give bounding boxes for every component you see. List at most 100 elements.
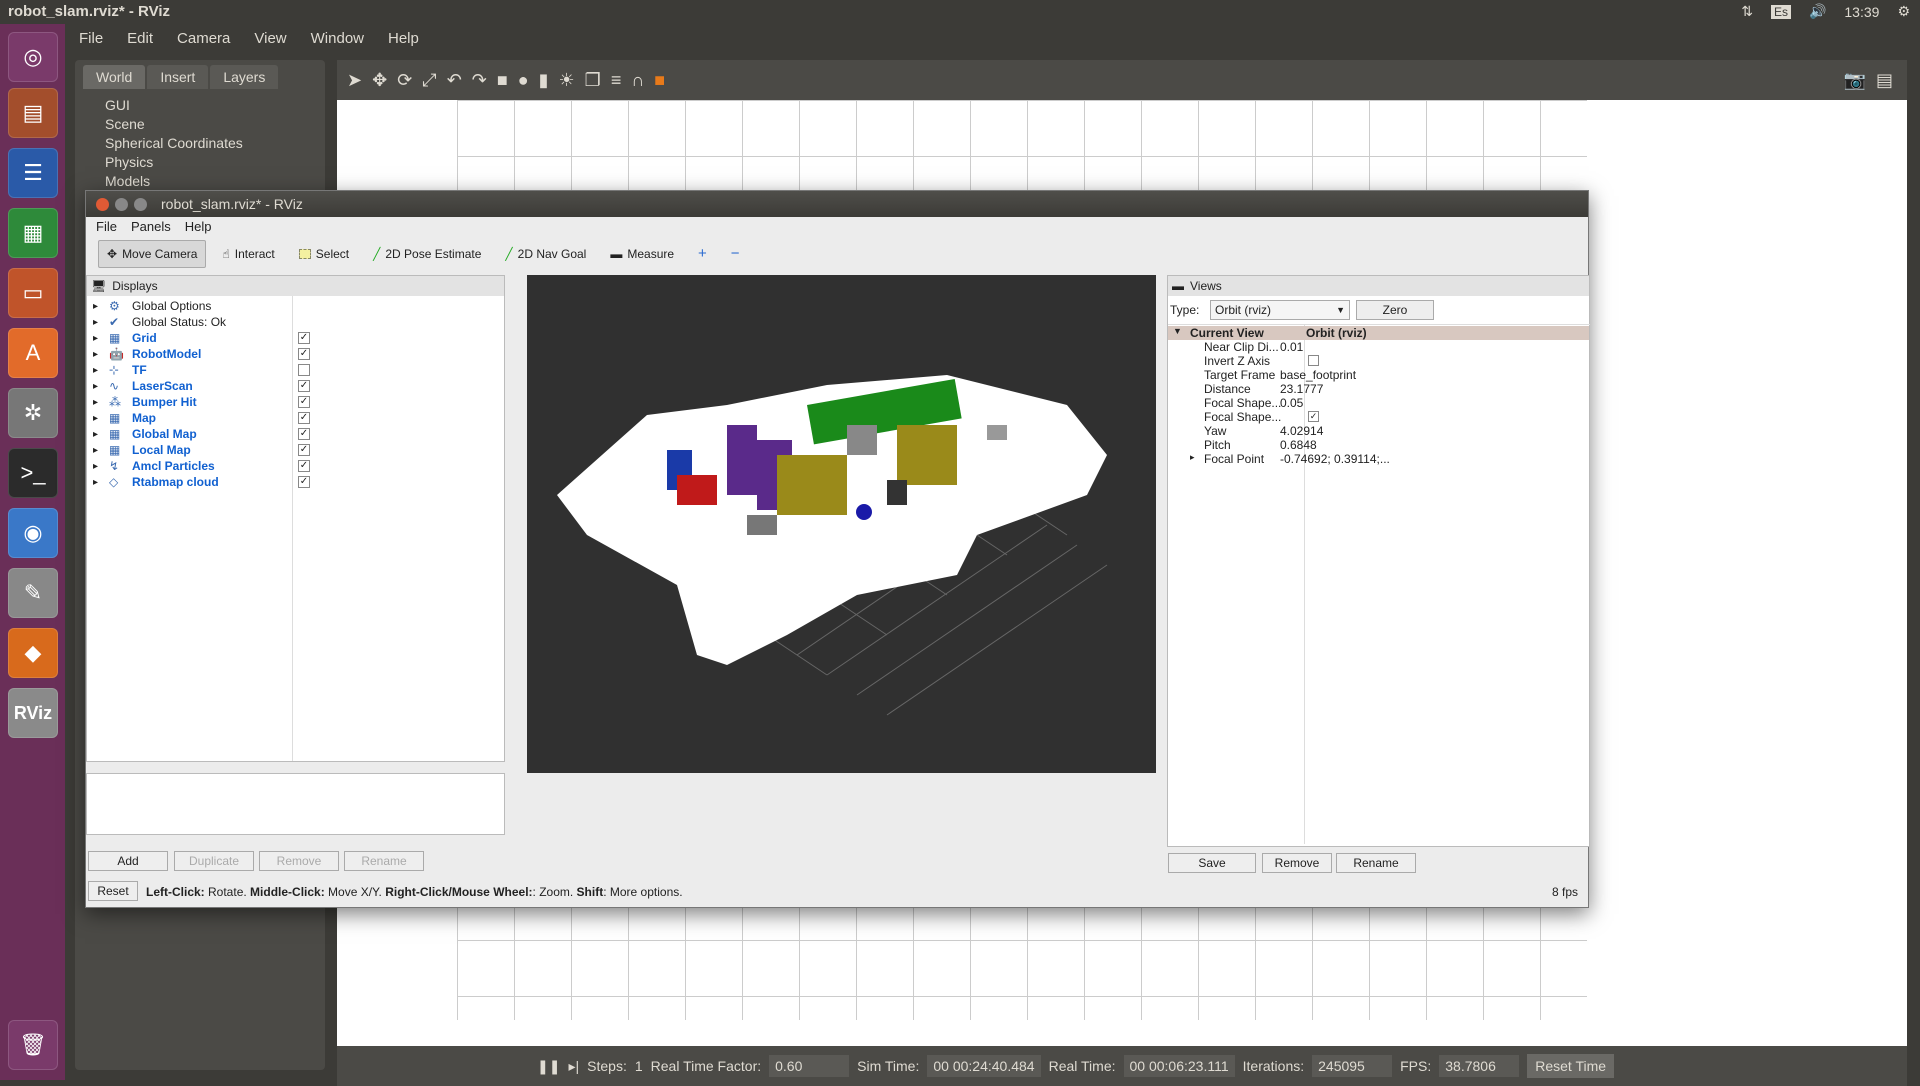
gz-menu-camera[interactable]: Camera	[177, 30, 230, 47]
snap-icon[interactable]: ∩	[631, 70, 644, 91]
display-checkbox[interactable]: ✓	[298, 396, 310, 408]
display-checkbox[interactable]: ✓	[298, 476, 310, 488]
view-property-row[interactable]: Target Frame base_footprint	[1168, 368, 1589, 382]
rotate-icon[interactable]: ⟳	[397, 70, 412, 91]
expand-arrow-icon[interactable]: ▸	[93, 317, 98, 328]
display-checkbox[interactable]: ✓	[298, 348, 310, 360]
copy-icon[interactable]: ❐	[585, 70, 601, 91]
volume-icon[interactable]: 🔊	[1809, 3, 1826, 20]
expand-arrow-icon[interactable]: ▸	[93, 349, 98, 360]
rename-view-button[interactable]: Rename	[1336, 853, 1416, 873]
measure-tool[interactable]: ▬ Measure	[602, 241, 682, 267]
keyboard-layout[interactable]: Es	[1770, 4, 1791, 19]
display-checkbox[interactable]	[298, 364, 310, 376]
expand-arrow-icon[interactable]: ▸	[93, 333, 98, 344]
network-icon[interactable]: ⇅	[1741, 3, 1753, 20]
menu-help[interactable]: Help	[185, 219, 212, 234]
sphere-icon[interactable]: ●	[518, 70, 529, 91]
box-icon[interactable]: ■	[497, 70, 508, 91]
settings-icon[interactable]: ✲	[8, 388, 58, 438]
display-item[interactable]: ▸ ∿ LaserScan ✓	[87, 378, 504, 394]
files-icon[interactable]: ▤	[8, 88, 58, 138]
view-property-row[interactable]: Focal Shape... 0.05	[1168, 396, 1589, 410]
rviz-icon[interactable]: RViz	[8, 688, 58, 738]
display-item[interactable]: ▸ ⚙ Global Options	[87, 298, 504, 314]
power-icon[interactable]: ⚙	[1897, 3, 1910, 20]
tree-item[interactable]: Spherical Coordinates	[105, 134, 243, 153]
expand-arrow-icon[interactable]: ▸	[93, 477, 98, 488]
expand-arrow-icon[interactable]: ▸	[93, 365, 98, 376]
view-property-row[interactable]: Focal Point -0.74692; 0.39114;... ▸	[1168, 452, 1589, 466]
display-checkbox[interactable]: ✓	[298, 380, 310, 392]
expand-arrow-icon[interactable]: ▸	[1190, 452, 1195, 463]
chromium-icon[interactable]: ◉	[8, 508, 58, 558]
add-tool-button[interactable]: +	[690, 239, 715, 268]
ubuntu-icon[interactable]: ◎	[8, 32, 58, 82]
remove-view-button[interactable]: Remove	[1262, 853, 1332, 873]
menu-file[interactable]: File	[96, 219, 117, 234]
view-property-row[interactable]: Focal Shape... ✓	[1168, 410, 1589, 424]
view-property-row[interactable]: Invert Z Axis	[1168, 354, 1589, 368]
minimize-icon[interactable]	[115, 197, 128, 211]
expand-arrow-icon[interactable]: ▸	[93, 301, 98, 312]
display-checkbox[interactable]: ✓	[298, 460, 310, 472]
expand-arrow-icon[interactable]: ▸	[93, 413, 98, 424]
remove-tool-button[interactable]: −	[723, 239, 748, 268]
zero-button[interactable]: Zero	[1356, 300, 1434, 320]
expand-arrow-icon[interactable]: ▸	[93, 397, 98, 408]
tree-item[interactable]: Scene	[105, 115, 243, 134]
expand-arrow-icon[interactable]: ▸	[93, 445, 98, 456]
sun-icon[interactable]: ☀	[559, 70, 575, 91]
tree-item[interactable]: Models	[105, 172, 243, 191]
tab-layers[interactable]: Layers	[210, 65, 279, 89]
terminal-icon[interactable]: >_	[8, 448, 58, 498]
display-item[interactable]: ▸ ▦ Global Map ✓	[87, 426, 504, 442]
view-property-row[interactable]: Distance 23.1777	[1168, 382, 1589, 396]
view-property-row[interactable]: Yaw 4.02914	[1168, 424, 1589, 438]
display-item[interactable]: ▸ 🤖 RobotModel ✓	[87, 346, 504, 362]
display-checkbox[interactable]: ✓	[298, 332, 310, 344]
gz-menu-window[interactable]: Window	[311, 30, 364, 47]
display-item[interactable]: ▸ ▦ Map ✓	[87, 410, 504, 426]
current-view-row[interactable]: ▼ Current View Orbit (rviz)	[1168, 326, 1589, 340]
screenshot-icon[interactable]: 📷	[1844, 70, 1866, 91]
close-icon[interactable]	[96, 197, 109, 211]
select-arrow-icon[interactable]: ➤	[347, 70, 362, 91]
expand-arrow-icon[interactable]: ▸	[93, 461, 98, 472]
trash-icon[interactable]: 🗑	[8, 1020, 58, 1070]
display-item[interactable]: ▸ ✔ Global Status: Ok	[87, 314, 504, 330]
color-icon[interactable]: ■	[654, 70, 665, 91]
gz-menu-edit[interactable]: Edit	[127, 30, 153, 47]
editor-icon[interactable]: ✎	[8, 568, 58, 618]
impress-icon[interactable]: ▭	[8, 268, 58, 318]
gz-menu-view[interactable]: View	[254, 30, 286, 47]
type-select[interactable]: Orbit (rviz) ▼	[1210, 300, 1350, 320]
display-item[interactable]: ▸ ▦ Grid ✓	[87, 330, 504, 346]
translate-icon[interactable]: ✥	[372, 70, 387, 91]
view-property-row[interactable]: Pitch 0.6848	[1168, 438, 1589, 452]
rviz-3d-view[interactable]: ◀	[527, 275, 1156, 773]
tab-world[interactable]: World	[83, 65, 146, 89]
move-camera-tool[interactable]: ✥ Move Camera	[98, 239, 207, 268]
maximize-icon[interactable]	[134, 197, 147, 211]
display-item[interactable]: ▸ ▦ Local Map ✓	[87, 442, 504, 458]
scale-icon[interactable]: ⤢	[422, 70, 436, 91]
prop-checkbox[interactable]	[1308, 355, 1319, 366]
view-property-row[interactable]: Near Clip Di... 0.01	[1168, 340, 1589, 354]
reset-time-button[interactable]: Reset Time	[1527, 1054, 1615, 1078]
display-item[interactable]: ▸ ↯ Amcl Particles ✓	[87, 458, 504, 474]
display-item[interactable]: ▸ ⊹ TF	[87, 362, 504, 378]
expand-arrow-icon[interactable]: ▸	[93, 381, 98, 392]
align-icon[interactable]: ≡	[611, 70, 622, 91]
gz-menu-help[interactable]: Help	[388, 30, 419, 47]
remove-button[interactable]: Remove	[259, 851, 339, 871]
writer-icon[interactable]: ☰	[8, 148, 58, 198]
cylinder-icon[interactable]: ▮	[539, 70, 549, 91]
calc-icon[interactable]: ▦	[8, 208, 58, 258]
select-tool[interactable]: Select	[291, 241, 357, 267]
undo-icon[interactable]: ↶	[447, 70, 462, 91]
tree-item[interactable]: GUI	[105, 96, 243, 115]
add-button[interactable]: Add	[88, 851, 168, 871]
software-icon[interactable]: A	[8, 328, 58, 378]
log-icon[interactable]: ▤	[1876, 70, 1893, 91]
